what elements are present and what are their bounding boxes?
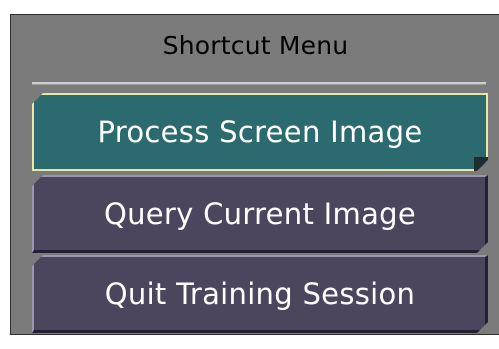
quit-training-session-button[interactable]: Quit Training Session (32, 255, 488, 333)
process-screen-image-label: Process Screen Image (97, 115, 423, 149)
process-screen-image-button[interactable]: Process Screen Image (32, 93, 488, 171)
title-divider (32, 82, 486, 85)
quit-training-session-label: Quit Training Session (104, 277, 416, 311)
query-current-image-label: Query Current Image (103, 197, 416, 231)
shortcut-menu-panel: Shortcut Menu Process Screen Image Query… (10, 14, 499, 335)
query-current-image-button[interactable]: Query Current Image (32, 175, 488, 253)
menu-title: Shortcut Menu (162, 31, 349, 60)
button-corner-shade (474, 157, 488, 171)
